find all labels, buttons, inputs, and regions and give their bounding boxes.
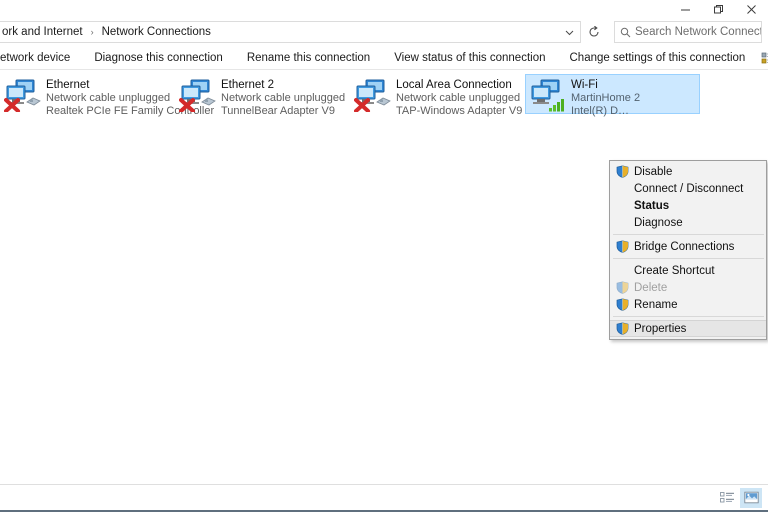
connection-item-ethernet-2[interactable]: Ethernet 2 Network cable unplugged Tunne… <box>175 74 350 117</box>
command-bar: etwork device Diagnose this connection R… <box>0 46 768 70</box>
command-view-status[interactable]: View status of this connection <box>382 46 557 70</box>
connection-text: Ethernet Network cable unplugged Realtek… <box>46 77 215 118</box>
connection-item-wifi[interactable]: Wi-Fi MartinHome 2 Intel(R) D… <box>525 74 700 117</box>
context-menu-item-rename[interactable]: Rename <box>610 296 766 313</box>
context-menu-item-disable[interactable]: Disable <box>610 163 766 180</box>
context-menu-label: Status <box>634 199 670 212</box>
context-menu-item-status[interactable]: Status <box>610 197 766 214</box>
context-menu-label: Connect / Disconnect <box>634 182 744 195</box>
connection-name: Wi-Fi <box>571 79 598 91</box>
connection-tiles: Ethernet Network cable unplugged Realtek… <box>0 70 768 117</box>
breadcrumb-box[interactable]: ork and Internet › Network Connections <box>0 21 581 43</box>
connections-list: Ethernet Network cable unplugged Realtek… <box>0 70 768 484</box>
context-menu-item-create-shortcut[interactable]: Create Shortcut <box>610 262 766 279</box>
connection-name: Ethernet 2 <box>221 79 275 91</box>
organize-view-icon[interactable] <box>757 47 768 69</box>
context-menu-item-bridge-connections[interactable]: Bridge Connections <box>610 238 766 255</box>
connection-status: Network cable unplugged <box>46 92 171 104</box>
connection-name: Local Area Connection <box>396 79 512 91</box>
context-menu-label: Rename <box>634 298 678 311</box>
shield-icon <box>613 280 632 296</box>
context-menu-separator <box>613 258 764 259</box>
connection-adapter: Realtek PCIe FE Family Controller <box>46 105 215 117</box>
context-menu-label: Bridge Connections <box>634 240 735 253</box>
connection-text: Ethernet 2 Network cable unplugged Tunne… <box>221 77 345 118</box>
connection-text: Local Area Connection Network cable unpl… <box>396 77 522 118</box>
command-rename-connection[interactable]: Rename this connection <box>235 46 382 70</box>
maximize-button[interactable] <box>702 0 735 18</box>
connection-item-ethernet[interactable]: Ethernet Network cable unplugged Realtek… <box>0 74 214 117</box>
network-adapter-icon <box>179 78 217 113</box>
address-bar: ork and Internet › Network Connections S… <box>0 18 768 46</box>
shield-icon <box>613 164 632 180</box>
network-connections-window: ork and Internet › Network Connections S… <box>0 0 768 512</box>
menu-icon-placeholder <box>613 215 632 231</box>
close-button[interactable] <box>735 0 768 18</box>
refresh-button[interactable] <box>582 21 606 43</box>
command-diagnose-connection[interactable]: Diagnose this connection <box>82 46 235 70</box>
address-dropdown-icon[interactable] <box>558 22 580 42</box>
connection-status: MartinHome 2 <box>571 92 641 104</box>
shield-icon <box>613 321 632 337</box>
breadcrumb-item-0[interactable]: ork and Internet <box>0 26 85 38</box>
connection-adapter: TunnelBear Adapter V9 <box>221 105 335 117</box>
shield-icon <box>613 239 632 255</box>
command-add-network-device[interactable]: etwork device <box>0 46 82 70</box>
context-menu-separator <box>613 234 764 235</box>
network-adapter-icon <box>4 78 42 113</box>
large-icons-view-button[interactable] <box>740 487 762 508</box>
command-change-settings[interactable]: Change settings of this connection <box>558 46 758 70</box>
title-bar <box>0 0 768 18</box>
breadcrumb-item-1[interactable]: Network Connections <box>100 26 213 38</box>
context-menu-label: Properties <box>634 322 687 335</box>
wifi-adapter-icon <box>529 78 567 112</box>
connection-status: Network cable unplugged <box>396 92 521 104</box>
connection-status: Network cable unplugged <box>221 92 346 104</box>
context-menu-item-connect-disconnect[interactable]: Connect / Disconnect <box>610 180 766 197</box>
status-bar <box>0 484 768 510</box>
context-menu: Disable Connect / Disconnect Status Diag… <box>609 160 767 340</box>
context-menu-item-diagnose[interactable]: Diagnose <box>610 214 766 231</box>
menu-icon-placeholder <box>613 198 632 214</box>
connection-text: Wi-Fi MartinHome 2 Intel(R) D… <box>571 77 640 118</box>
connection-adapter: TAP-Windows Adapter V9 <box>396 105 523 117</box>
menu-icon-placeholder <box>613 263 632 279</box>
context-menu-separator <box>613 316 764 317</box>
search-input[interactable]: Search Network Connections <box>635 26 761 38</box>
context-menu-label: Create Shortcut <box>634 264 715 277</box>
context-menu-label: Delete <box>634 281 668 294</box>
context-menu-item-delete: Delete <box>610 279 766 296</box>
details-view-button[interactable] <box>716 488 738 508</box>
shield-icon <box>613 297 632 313</box>
connection-name: Ethernet <box>46 79 90 91</box>
breadcrumb[interactable]: ork and Internet › Network Connections <box>0 26 558 38</box>
network-adapter-icon <box>354 78 392 113</box>
menu-icon-placeholder <box>613 181 632 197</box>
minimize-button[interactable] <box>669 0 702 18</box>
search-icon <box>615 22 635 42</box>
search-box[interactable]: Search Network Connections <box>614 21 762 43</box>
context-menu-item-properties[interactable]: Properties <box>610 320 766 337</box>
connection-adapter: Intel(R) D… <box>571 105 630 117</box>
context-menu-label: Disable <box>634 165 673 178</box>
context-menu-label: Diagnose <box>634 216 683 229</box>
breadcrumb-separator-icon: › <box>90 27 94 37</box>
connection-item-local-area-connection[interactable]: Local Area Connection Network cable unpl… <box>350 74 525 117</box>
